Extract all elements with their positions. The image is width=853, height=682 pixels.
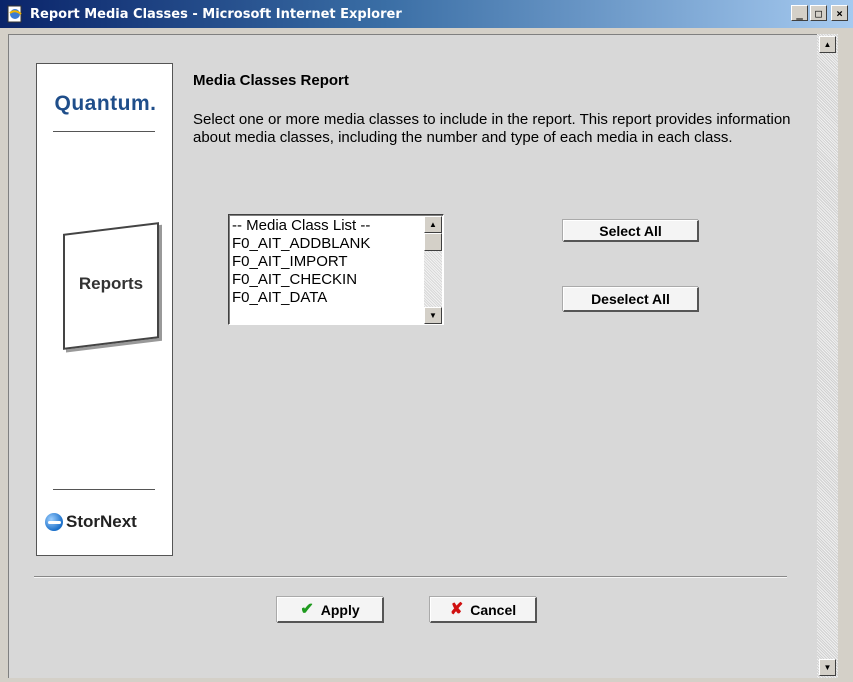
stornext-label: StorNext [66, 512, 137, 531]
list-item[interactable]: F0_AIT_ADDBLANK [232, 235, 370, 253]
apply-button[interactable]: ✔ Apply [277, 597, 384, 623]
page-description: Select one or more media classes to incl… [193, 111, 791, 146]
stornext-globe-icon [45, 513, 63, 531]
list-item[interactable]: F0_AIT_CHECKIN [232, 271, 370, 289]
scroll-up-arrow-icon[interactable]: ▲ [819, 36, 836, 53]
list-item[interactable]: -- Media Class List -- [232, 217, 370, 235]
scroll-up-arrow-icon[interactable]: ▲ [424, 216, 442, 233]
quantum-logo: Quantum. [54, 92, 157, 115]
listbox-items: -- Media Class List -- F0_AIT_ADDBLANK F… [232, 217, 370, 307]
close-button[interactable]: × [831, 5, 848, 21]
scroll-down-arrow-icon[interactable]: ▼ [424, 307, 442, 324]
scroll-down-arrow-icon[interactable]: ▼ [819, 659, 836, 676]
checkmark-icon: ✔ [300, 600, 314, 618]
scroll-thumb[interactable] [424, 233, 442, 251]
listbox-scrollbar[interactable]: ▲ ▼ [424, 216, 442, 324]
x-icon: ✘ [449, 600, 464, 618]
title-bar: Report Media Classes - Microsoft Interne… [0, 0, 853, 28]
ie-page-icon [7, 5, 22, 23]
media-class-listbox[interactable]: -- Media Class List -- F0_AIT_ADDBLANK F… [228, 214, 444, 325]
page-scrollbar[interactable]: ▲ ▼ [817, 34, 838, 678]
reports-book-icon: Reports [63, 222, 159, 350]
select-all-button[interactable]: Select All [563, 220, 699, 242]
list-item[interactable]: F0_AIT_DATA [232, 289, 370, 307]
cancel-label: Cancel [470, 601, 517, 618]
window-controls: _ □ × [791, 5, 848, 21]
minimize-button[interactable]: _ [791, 5, 808, 21]
brand-panel: Quantum. Reports StorNext [36, 63, 173, 556]
divider [53, 131, 155, 132]
cancel-button[interactable]: ✘ Cancel [430, 597, 537, 623]
window-title: Report Media Classes - Microsoft Interne… [30, 6, 402, 22]
divider [53, 489, 155, 490]
deselect-all-button[interactable]: Deselect All [563, 287, 699, 312]
footer-divider-highlight [34, 577, 787, 578]
stornext-logo: StorNext [45, 512, 137, 532]
maximize-button[interactable]: □ [810, 5, 827, 21]
window-frame-right [838, 28, 853, 682]
list-item[interactable]: F0_AIT_IMPORT [232, 253, 370, 271]
page-title: Media Classes Report [193, 72, 349, 89]
reports-label: Reports [78, 274, 144, 293]
apply-label: Apply [320, 601, 360, 618]
